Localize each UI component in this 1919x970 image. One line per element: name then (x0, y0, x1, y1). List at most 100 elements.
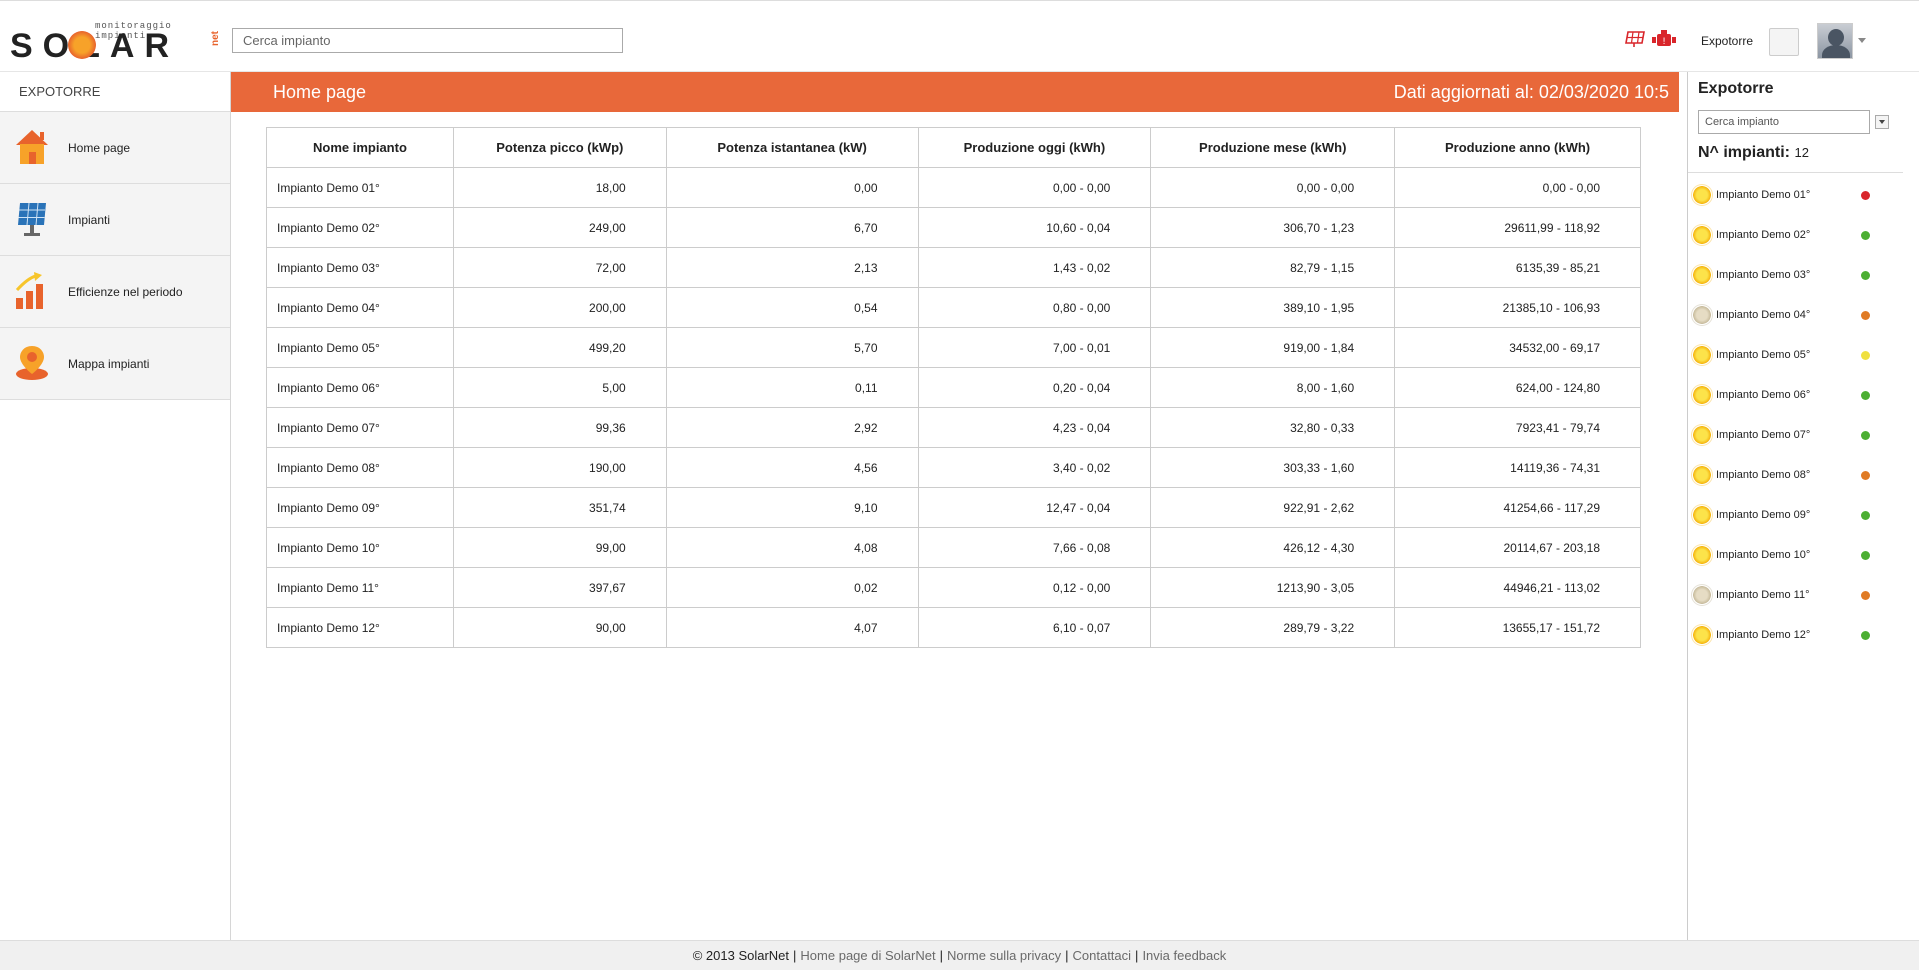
table-cell: 7,00 - 0,01 (917, 327, 1152, 368)
plant-name-cell[interactable]: Impianto Demo 10° (266, 527, 454, 568)
plant-name-cell[interactable]: Impianto Demo 05° (266, 327, 454, 368)
table-row[interactable]: Impianto Demo 05° 499,20 5,70 7,00 - 0,01 91… (266, 327, 1641, 368)
plant-name-cell[interactable]: Impianto Demo 03° (266, 247, 454, 288)
list-item[interactable]: Impianto Demo 11° (1688, 574, 1903, 614)
list-item[interactable]: Impianto Demo 08° (1688, 454, 1903, 494)
right-panel-title: Expotorre (1698, 80, 1774, 97)
table-cell: 20114,67 - 203,18 (1394, 527, 1641, 568)
status-dot-icon (1861, 631, 1870, 640)
footer-link-privacy[interactable]: Norme sulla privacy (947, 948, 1061, 963)
list-item[interactable]: Impianto Demo 01° (1688, 174, 1903, 214)
column-header[interactable]: Produzione mese (kWh) (1150, 127, 1396, 168)
status-dot-icon (1861, 191, 1870, 200)
table-cell: 249,00 (452, 207, 667, 248)
list-item[interactable]: Impianto Demo 03° (1688, 254, 1903, 294)
header-username[interactable]: Expotorre (1701, 34, 1753, 48)
avatar-head (1828, 29, 1844, 46)
footer-link-contact[interactable]: Contattaci (1073, 948, 1132, 963)
sidebar-item-efficienze[interactable]: Efficienze nel periodo (0, 256, 230, 328)
header-action-button[interactable] (1769, 28, 1799, 56)
list-item[interactable]: Impianto Demo 02° (1688, 214, 1903, 254)
list-item[interactable]: Impianto Demo 06° (1688, 374, 1903, 414)
plant-name-cell[interactable]: Impianto Demo 04° (266, 287, 454, 328)
chevron-down-icon[interactable] (1858, 38, 1866, 43)
status-dot-icon (1861, 391, 1870, 400)
plant-name-cell[interactable]: Impianto Demo 08° (266, 447, 454, 488)
column-header[interactable]: Nome impianto (266, 127, 454, 168)
table-cell: 72,00 (452, 247, 667, 288)
plant-name: Impianto Demo 10° (1716, 549, 1811, 561)
column-header[interactable]: Produzione oggi (kWh) (917, 127, 1152, 168)
table-cell: 426,12 - 4,30 (1150, 527, 1396, 568)
status-dot-icon (1861, 551, 1870, 560)
column-header[interactable]: Potenza istantanea (kW) (665, 127, 919, 168)
sidebar-item-home-page[interactable]: Home page (0, 112, 230, 184)
sun-icon (1692, 185, 1712, 205)
header-search-input[interactable] (232, 28, 623, 53)
table-cell: 41254,66 - 117,29 (1394, 487, 1641, 528)
table-cell: 397,67 (452, 567, 667, 608)
solar-panel-alert-icon[interactable] (1624, 29, 1646, 49)
list-item[interactable]: Impianto Demo 12° (1688, 614, 1903, 654)
sidebar-title: EXPOTORRE (0, 72, 230, 112)
sun-icon (1692, 545, 1712, 565)
map-pin-icon (16, 346, 48, 380)
solarnet-logo[interactable]: monitoraggio impianti SOLAR net (10, 17, 221, 63)
sidebar-item-mappa-impianti[interactable]: Mappa impianti (0, 328, 230, 400)
plant-name: Impianto Demo 01° (1716, 189, 1811, 201)
list-item[interactable]: Impianto Demo 07° (1688, 414, 1903, 454)
plant-name: Impianto Demo 03° (1716, 269, 1811, 281)
solar-panel-icon (18, 202, 46, 236)
right-panel: Expotorre N^ impianti: 12 Impianto Demo … (1687, 72, 1903, 940)
table-row[interactable]: Impianto Demo 07° 99,36 2,92 4,23 - 0,04 32,… (266, 407, 1641, 448)
sun-icon (1692, 345, 1712, 365)
footer-link-feedback[interactable]: Invia feedback (1142, 948, 1226, 963)
table-cell: 13655,17 - 151,72 (1394, 607, 1641, 648)
left-sidebar: EXPOTORRE Home page Impianti Efficienze … (0, 72, 231, 940)
status-dot-icon (1861, 311, 1870, 320)
table-row[interactable]: Impianto Demo 12° 90,00 4,07 6,10 - 0,07 289… (266, 607, 1641, 648)
sidebar-item-impianti[interactable]: Impianti (0, 184, 230, 256)
table-cell: 32,80 - 0,33 (1150, 407, 1396, 448)
list-item[interactable]: Impianto Demo 04° (1688, 294, 1903, 334)
table-cell: 3,40 - 0,02 (917, 447, 1152, 488)
inverter-alert-icon[interactable]: ! (1651, 29, 1677, 49)
plant-name-cell[interactable]: Impianto Demo 01° (266, 167, 454, 208)
column-header[interactable]: Produzione anno (kWh) (1394, 127, 1641, 168)
plant-name-cell[interactable]: Impianto Demo 12° (266, 607, 454, 648)
avatar[interactable] (1817, 23, 1853, 59)
home-icon (16, 130, 48, 164)
table-cell: 90,00 (452, 607, 667, 648)
table-row[interactable]: Impianto Demo 06° 5,00 0,11 0,20 - 0,04 8,00… (266, 367, 1641, 408)
plant-name-cell[interactable]: Impianto Demo 07° (266, 407, 454, 448)
table-row[interactable]: Impianto Demo 10° 99,00 4,08 7,66 - 0,08 426… (266, 527, 1641, 568)
table-row[interactable]: Impianto Demo 02° 249,00 6,70 10,60 - 0,04 3… (266, 207, 1641, 248)
plant-name-cell[interactable]: Impianto Demo 02° (266, 207, 454, 248)
table-cell: 922,91 - 2,62 (1150, 487, 1396, 528)
table-cell: 389,10 - 1,95 (1150, 287, 1396, 328)
search-dropdown-button[interactable] (1875, 115, 1889, 129)
plant-name: Impianto Demo 02° (1716, 229, 1811, 241)
column-header[interactable]: Potenza picco (kWp) (452, 127, 667, 168)
table-row[interactable]: Impianto Demo 09° 351,74 9,10 12,47 - 0,04 9… (266, 487, 1641, 528)
plant-name-cell[interactable]: Impianto Demo 09° (266, 487, 454, 528)
data-updated-label: Dati aggiornati al: 02/03/2020 10:5 (1393, 82, 1669, 102)
sidebar-item-label: Impianti (68, 213, 111, 227)
plant-name-cell[interactable]: Impianto Demo 06° (266, 367, 454, 408)
table-row[interactable]: Impianto Demo 01° 18,00 0,00 0,00 - 0,00 0,0… (266, 167, 1641, 208)
table-row[interactable]: Impianto Demo 11° 397,67 0,02 0,12 - 0,00 12… (266, 567, 1641, 608)
table-cell: 6,70 (665, 207, 919, 248)
sun-icon (1692, 585, 1712, 605)
plant-search-input[interactable] (1698, 110, 1870, 134)
footer-link-home[interactable]: Home page di SolarNet (800, 948, 935, 963)
list-item[interactable]: Impianto Demo 10° (1688, 534, 1903, 574)
page-title: Home page (273, 82, 367, 102)
list-item[interactable]: Impianto Demo 09° (1688, 494, 1903, 534)
plant-name-cell[interactable]: Impianto Demo 11° (266, 567, 454, 608)
sun-icon (1692, 265, 1712, 285)
list-item[interactable]: Impianto Demo 05° (1688, 334, 1903, 374)
table-cell: 0,02 (665, 567, 919, 608)
table-row[interactable]: Impianto Demo 03° 72,00 2,13 1,43 - 0,02 82,… (266, 247, 1641, 288)
table-row[interactable]: Impianto Demo 08° 190,00 4,56 3,40 - 0,02 30… (266, 447, 1641, 488)
table-row[interactable]: Impianto Demo 04° 200,00 0,54 0,80 - 0,00 38… (266, 287, 1641, 328)
